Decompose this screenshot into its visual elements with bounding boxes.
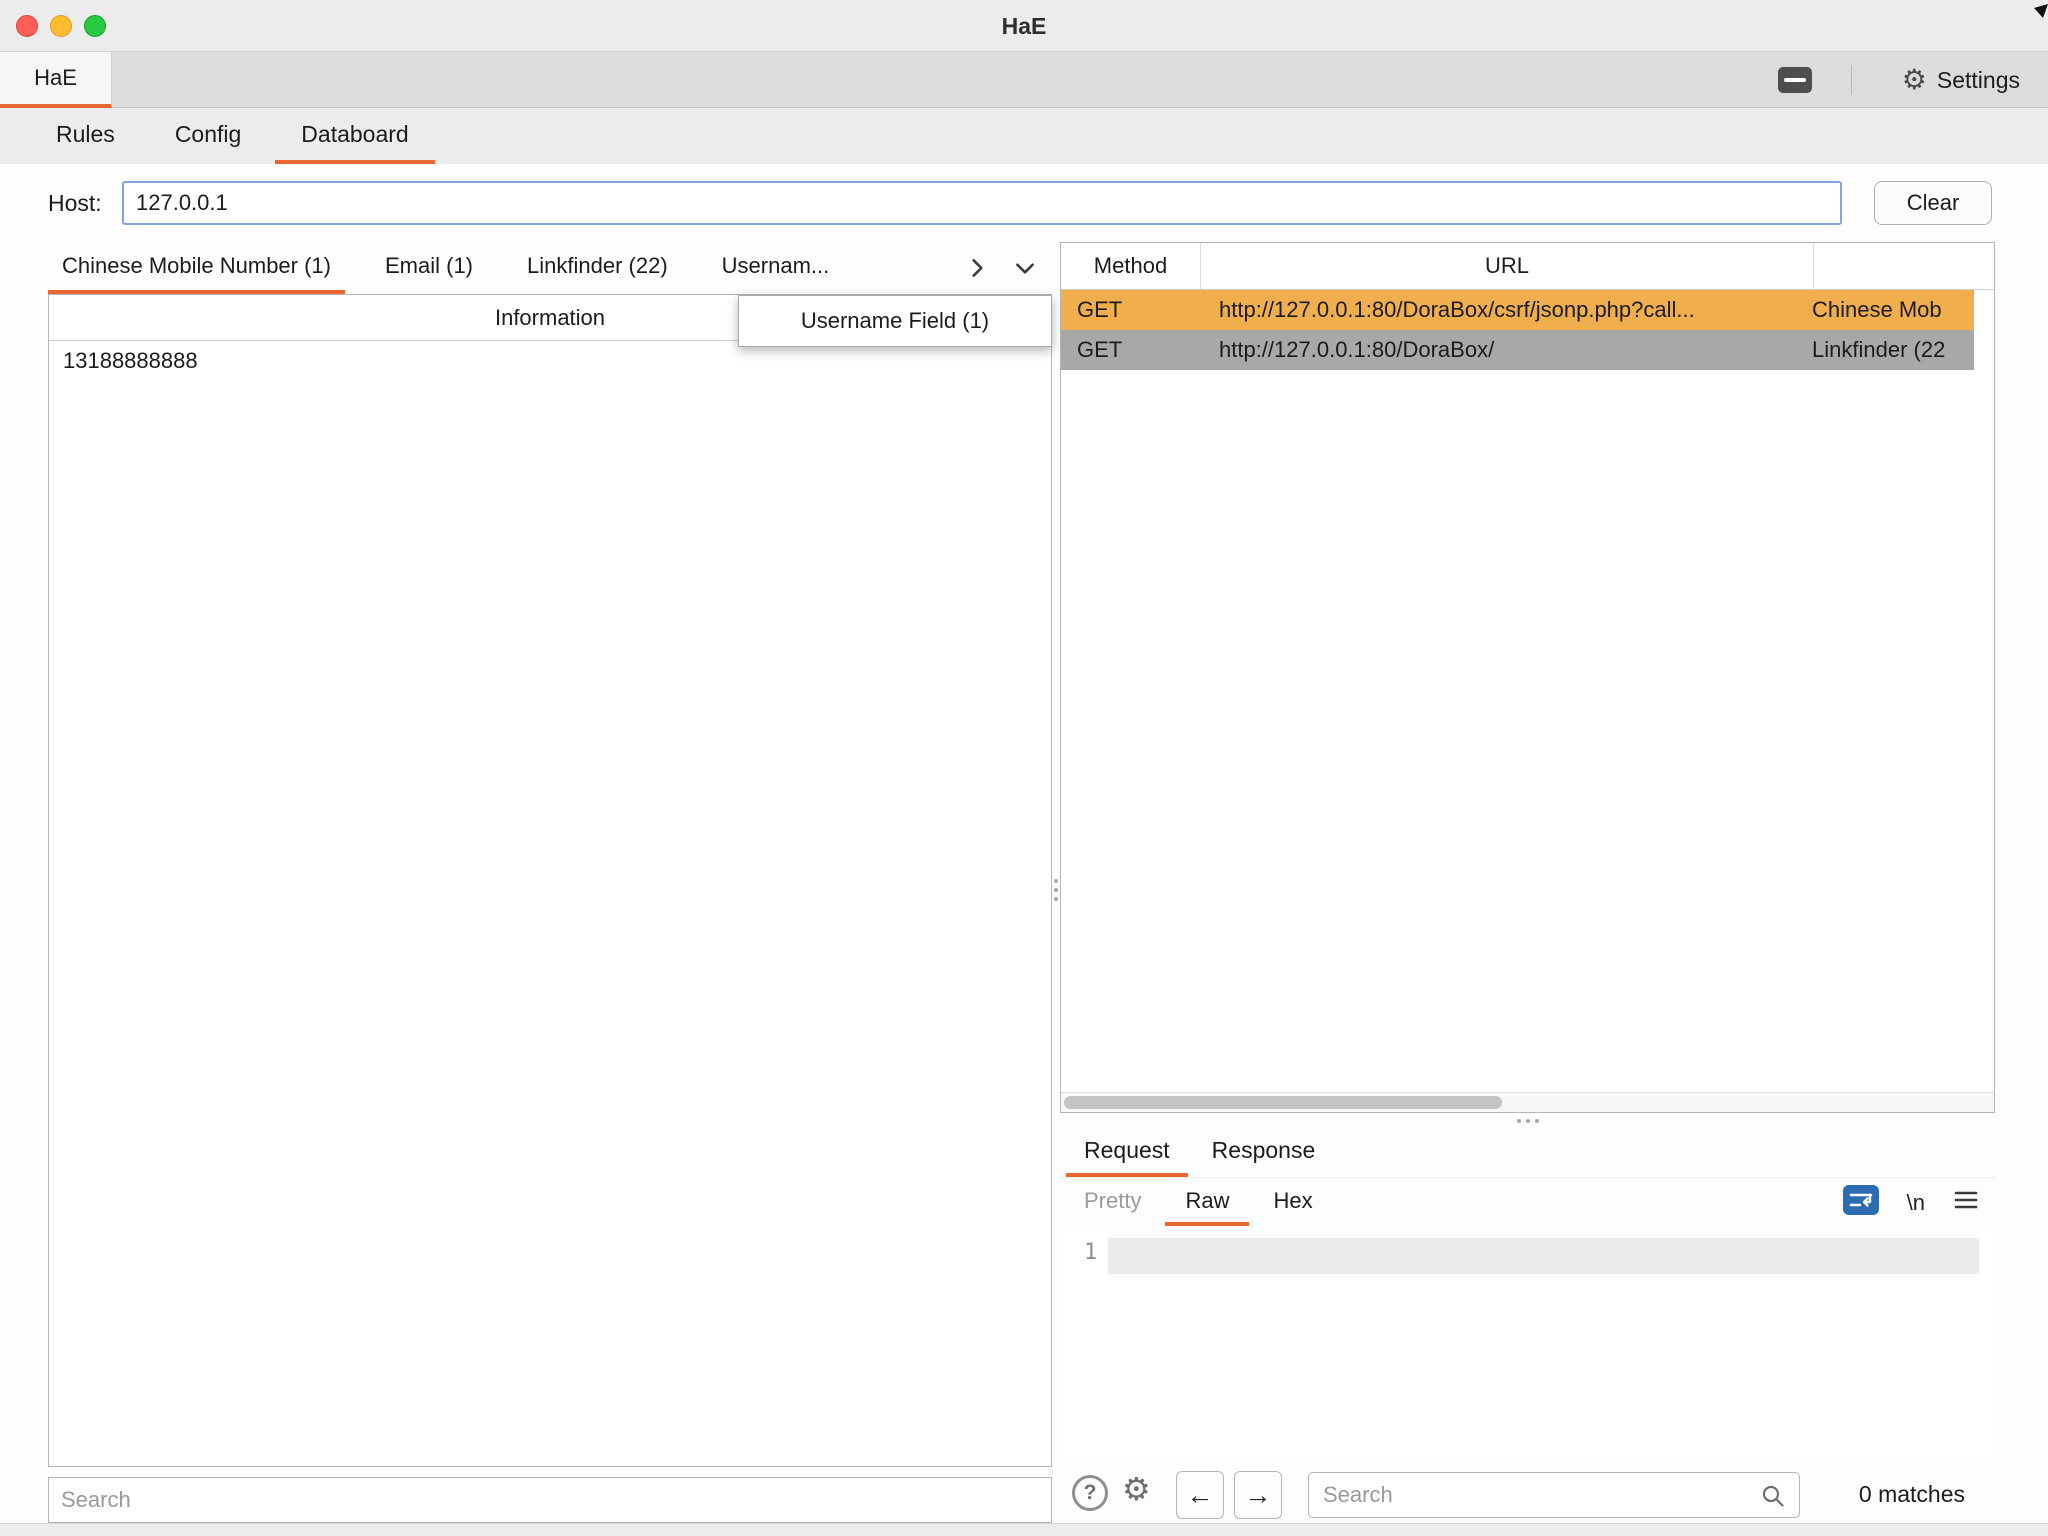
host-input[interactable] — [122, 181, 1842, 225]
sub-tabbar: Rules Config Databoard — [0, 108, 2048, 164]
tab-rules[interactable]: Rules — [30, 108, 141, 164]
information-table: Information 13188888888 — [48, 294, 1052, 1467]
editor-search-input[interactable] — [1308, 1472, 1800, 1518]
method-header-label: Method — [1094, 253, 1167, 279]
previous-match-button[interactable]: ← — [1176, 1471, 1224, 1519]
next-match-button[interactable]: → — [1234, 1471, 1282, 1519]
tab-response-label: Response — [1212, 1137, 1316, 1164]
tab-request[interactable]: Request — [1066, 1128, 1188, 1177]
tab-raw-label: Raw — [1185, 1188, 1229, 1214]
hamburger-menu-icon[interactable] — [1953, 1189, 1979, 1217]
chevron-down-icon[interactable] — [1012, 255, 1038, 281]
table-row[interactable]: GET http://127.0.0.1:80/DoraBox/csrf/jso… — [1061, 290, 1974, 330]
tab-chinese-mobile-number[interactable]: Chinese Mobile Number (1) — [48, 242, 345, 294]
window-bottom-edge — [0, 1523, 2048, 1536]
tab-hex-label: Hex — [1273, 1188, 1312, 1214]
host-label: Host: — [48, 164, 102, 242]
requests-table: Method URL GET http://127.0.0.1:80/DoraB… — [1060, 242, 1995, 1113]
chevron-right-icon[interactable] — [964, 255, 990, 281]
information-cell: 13188888888 — [63, 348, 198, 374]
databoard-left-panel: Chinese Mobile Number (1) Email (1) Link… — [48, 242, 1052, 1523]
table-row[interactable]: GET http://127.0.0.1:80/DoraBox/ Linkfin… — [1061, 330, 1974, 370]
newline-toggle[interactable]: \n — [1907, 1190, 1925, 1216]
tab-linkfinder[interactable]: Linkfinder (22) — [513, 242, 682, 294]
url-cell: http://127.0.0.1:80/DoraBox/ — [1201, 337, 1802, 363]
line-number: 1 — [1084, 1240, 1108, 1265]
help-icon[interactable]: ? — [1072, 1475, 1108, 1511]
method-cell: GET — [1061, 297, 1201, 323]
tab-username-field[interactable]: Usernam... — [708, 242, 844, 294]
gear-icon: ⚙ — [1902, 66, 1927, 94]
match-count: 0 matches — [1859, 1465, 1965, 1523]
forward-arrow-icon: → — [1245, 1480, 1272, 1511]
tab-request-label: Request — [1084, 1137, 1170, 1164]
clear-button[interactable]: Clear — [1874, 181, 1992, 225]
search-icon — [1760, 1483, 1786, 1509]
information-header-label: Information — [495, 305, 605, 331]
url-header-label: URL — [1485, 253, 1529, 279]
mouse-cursor — [2030, 0, 2048, 26]
comment-cell: Chinese Mob — [1802, 297, 1974, 323]
request-editor[interactable]: 1 — [1060, 1232, 1995, 1460]
message-tabs: Request Response — [1060, 1128, 1995, 1178]
tab-raw[interactable]: Raw — [1165, 1180, 1249, 1226]
tab-email-label: Email (1) — [385, 253, 473, 279]
tab-hae-label: HaE — [34, 65, 77, 91]
vertical-splitter[interactable] — [1052, 860, 1060, 920]
window-title: HaE — [0, 0, 2048, 52]
column-header-url[interactable]: URL — [1201, 243, 1814, 289]
tab-rules-label: Rules — [56, 121, 115, 148]
column-header-comment[interactable] — [1814, 243, 1994, 289]
tab-linkfinder-label: Linkfinder (22) — [527, 253, 668, 279]
tab-databoard[interactable]: Databoard — [275, 108, 434, 164]
main-tabbar: HaE ⚙ Settings — [0, 52, 2048, 108]
host-row: Host: Clear — [0, 164, 2048, 242]
requests-table-header: Method URL — [1061, 243, 1994, 290]
tab-pretty[interactable]: Pretty — [1064, 1180, 1161, 1226]
horizontal-scrollbar[interactable] — [1061, 1092, 1994, 1112]
scrollbar-thumb[interactable] — [1064, 1096, 1502, 1109]
method-cell: GET — [1061, 337, 1201, 363]
tab-hex[interactable]: Hex — [1253, 1180, 1332, 1226]
titlebar: HaE — [0, 0, 2048, 52]
dropdown-item-username-field[interactable]: Username Field (1) — [801, 308, 989, 334]
settings-button[interactable]: ⚙ Settings — [1902, 52, 2020, 108]
column-header-method[interactable]: Method — [1061, 243, 1201, 289]
editor-settings-gear-icon[interactable]: ⚙ — [1122, 1473, 1151, 1505]
current-line-highlight — [1108, 1238, 1979, 1274]
left-search-input[interactable] — [48, 1477, 1052, 1523]
editor-bottom-bar: ? ⚙ ← → 0 matches — [1060, 1465, 1995, 1523]
url-cell: http://127.0.0.1:80/DoraBox/csrf/jsonp.p… — [1201, 297, 1802, 323]
databoard-right-panel: Method URL GET http://127.0.0.1:80/DoraB… — [1060, 242, 1995, 1523]
extractor-tabs: Chinese Mobile Number (1) Email (1) Link… — [48, 242, 1052, 294]
tab-username-field-label: Usernam... — [722, 253, 830, 279]
settings-label: Settings — [1937, 67, 2020, 94]
tab-hae[interactable]: HaE — [0, 52, 112, 108]
tab-response[interactable]: Response — [1194, 1128, 1334, 1177]
back-arrow-icon: ← — [1187, 1480, 1214, 1511]
tab-config[interactable]: Config — [149, 108, 267, 164]
tab-pretty-label: Pretty — [1084, 1188, 1141, 1214]
toolbar-separator — [1851, 65, 1852, 95]
horizontal-splitter[interactable] — [1060, 1115, 1995, 1127]
tab-chinese-mobile-number-label: Chinese Mobile Number (1) — [62, 253, 331, 279]
tab-databoard-label: Databoard — [301, 121, 408, 148]
comment-cell: Linkfinder (22 — [1802, 337, 1974, 363]
layout-icon[interactable] — [1778, 67, 1812, 93]
word-wrap-icon[interactable] — [1843, 1185, 1879, 1221]
tab-config-label: Config — [175, 121, 241, 148]
clear-button-label: Clear — [1907, 190, 1960, 216]
editor-view-tabs: Pretty Raw Hex \n — [1060, 1180, 1995, 1226]
table-row[interactable]: 13188888888 — [49, 341, 1051, 381]
tab-email[interactable]: Email (1) — [371, 242, 487, 294]
tab-overflow-dropdown: Username Field (1) — [738, 295, 1052, 347]
